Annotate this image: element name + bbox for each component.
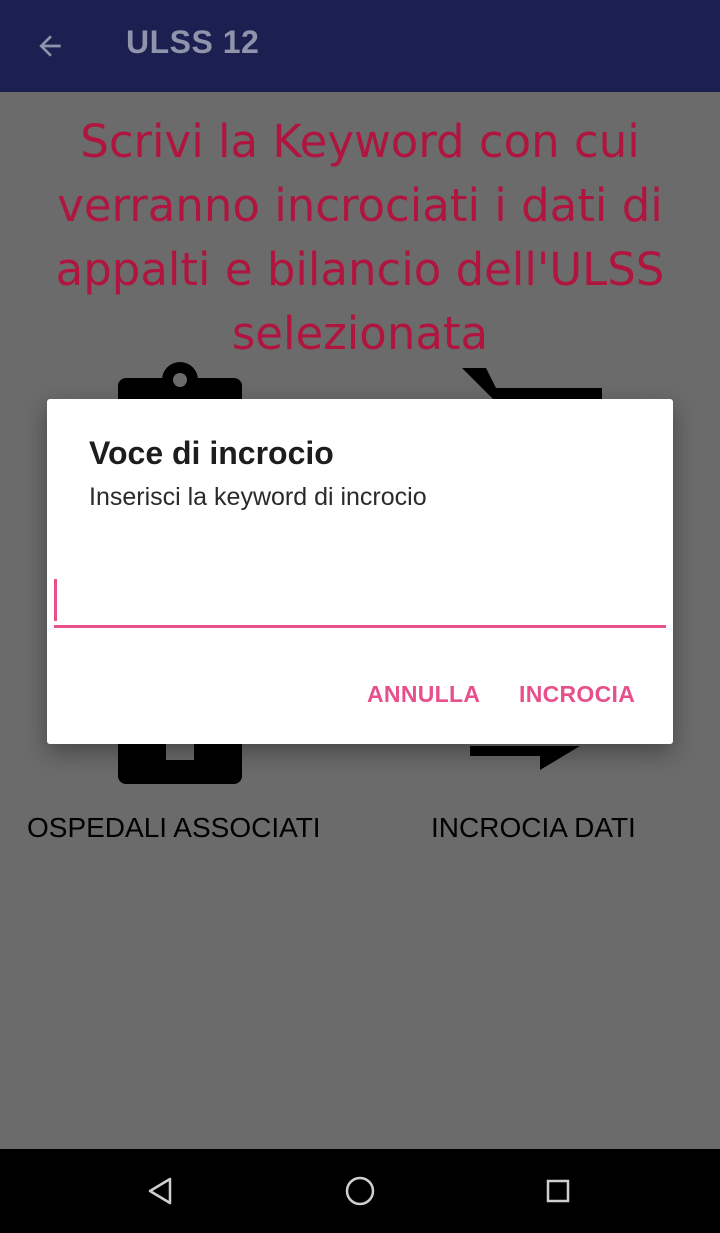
system-nav-bar bbox=[0, 1149, 720, 1233]
dialog-message: Inserisci la keyword di incrocio bbox=[89, 483, 427, 511]
grid-label-ospedali[interactable]: OSPEDALI ASSOCIATI bbox=[27, 812, 321, 844]
nav-home-icon bbox=[345, 1176, 375, 1206]
incrocia-button[interactable]: INCROCIA bbox=[519, 681, 635, 708]
keyword-dialog: Voce di incrocio Inserisci la keyword di… bbox=[47, 399, 673, 744]
dialog-title: Voce di incrocio bbox=[89, 435, 334, 471]
arrow-back-icon bbox=[39, 35, 61, 57]
nav-back-button[interactable] bbox=[140, 1171, 180, 1211]
nav-recents-icon bbox=[546, 1179, 570, 1203]
nav-back-icon bbox=[148, 1177, 172, 1205]
text-cursor bbox=[54, 579, 57, 621]
nav-recents-button[interactable] bbox=[538, 1171, 578, 1211]
cancel-button[interactable]: ANNULLA bbox=[367, 681, 480, 708]
instruction-headline: Scrivi la Keyword con cui verranno incro… bbox=[55, 115, 665, 360]
keyword-input[interactable] bbox=[54, 575, 666, 628]
page-title: ULSS 12 bbox=[126, 24, 260, 60]
back-button[interactable] bbox=[30, 26, 70, 66]
grid-label-incrocia[interactable]: INCROCIA DATI bbox=[431, 812, 636, 844]
app-bar: ULSS 12 bbox=[0, 0, 720, 92]
nav-home-button[interactable] bbox=[340, 1171, 380, 1211]
